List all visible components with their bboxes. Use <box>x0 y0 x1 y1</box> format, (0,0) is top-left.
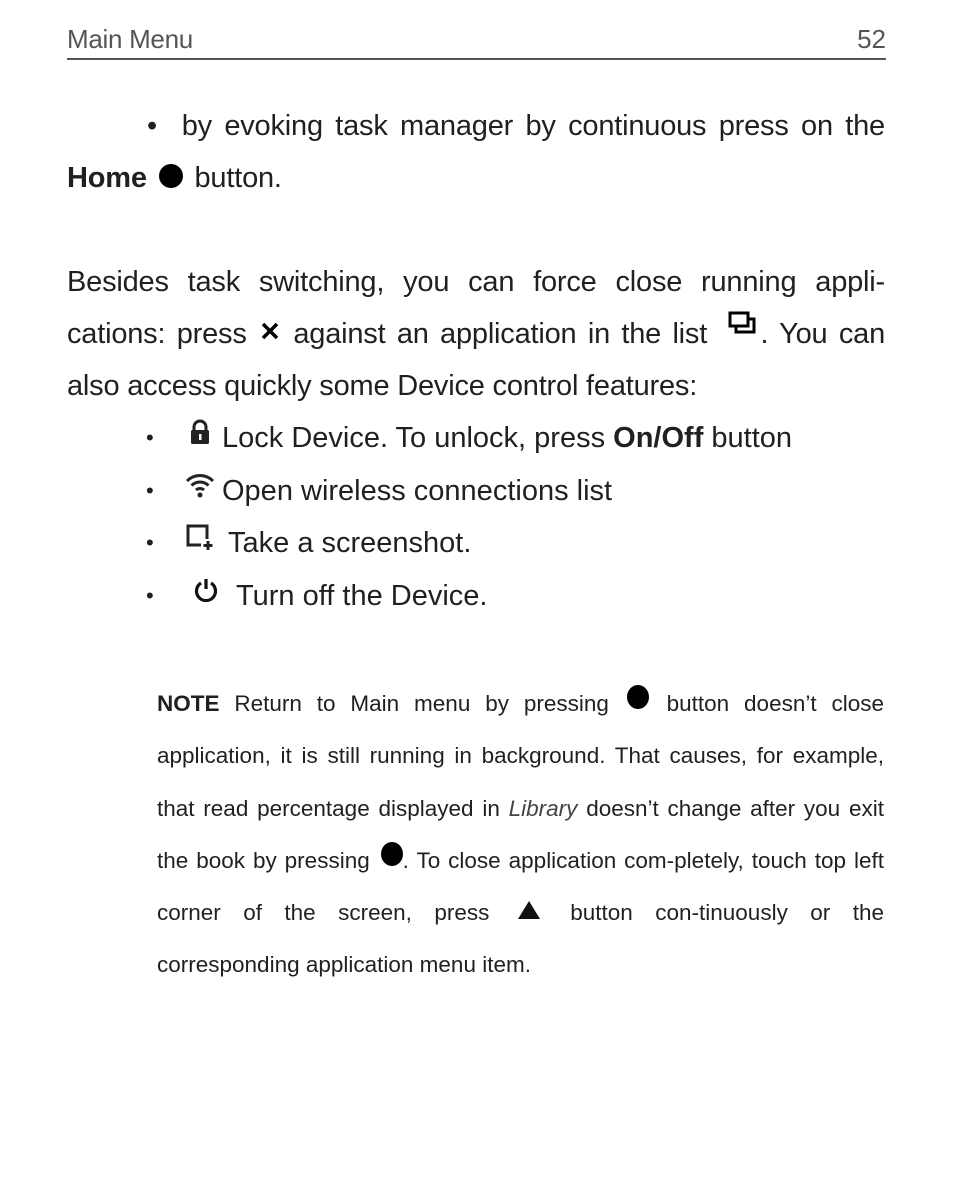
task-paragraph: Besides task switching, you can force cl… <box>67 256 885 412</box>
wifi-icon <box>182 472 218 498</box>
list-item: • Take a screenshot. <box>146 517 886 570</box>
page-number: 52 <box>857 24 886 54</box>
list-item: • Open wireless connections list <box>146 465 886 518</box>
intro-bullet: • by evoking task manager by continuous … <box>67 100 885 204</box>
bullet: • <box>146 477 154 503</box>
close-x-icon <box>260 321 280 341</box>
lock-icon <box>182 419 218 445</box>
note-block: NOTE Return to Main menu by pressing but… <box>157 678 884 992</box>
home-dot-icon <box>380 841 403 866</box>
intro-text: by evoking task manager by continuous pr… <box>181 110 885 142</box>
list-item: • Turn off the Device. <box>146 570 886 623</box>
paragraph-part2: against an application in the list <box>293 318 708 350</box>
bullet: • <box>146 425 154 450</box>
bullet: • <box>146 582 154 608</box>
note-label: NOTE <box>157 691 220 716</box>
section-title: Main Menu <box>67 24 193 54</box>
task-list-icon <box>728 311 756 335</box>
library-link-text: Library <box>508 795 578 821</box>
home-dot-icon <box>626 685 649 709</box>
bullet: • <box>146 530 154 555</box>
onoff-label: On/Off <box>613 422 704 454</box>
screenshot-icon <box>182 523 218 551</box>
list-item: • Lock Device. To unlock, press On/Off b… <box>146 412 886 465</box>
triangle-up-icon <box>517 901 540 920</box>
power-icon <box>188 577 224 603</box>
home-label: Home <box>67 162 147 194</box>
page-header: Main Menu 52 <box>67 22 886 60</box>
bullet: • <box>147 110 157 142</box>
intro-after: button. <box>194 162 282 194</box>
home-dot-icon <box>158 164 183 188</box>
feature-list: • Lock Device. To unlock, press On/Off b… <box>146 412 886 622</box>
